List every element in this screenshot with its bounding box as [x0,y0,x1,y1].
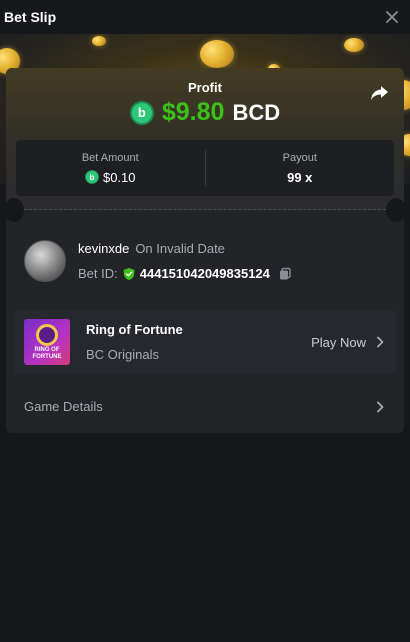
game-thumb-title: RING OF FORTUNE [32,347,62,360]
coin-decoration [92,36,106,46]
user-row: kevinxde On Invalid Date Bet ID: 4441510… [24,240,292,282]
bet-amount-label: Bet Amount [81,151,139,164]
coin-decoration [344,38,364,52]
user-line: kevinxde On Invalid Date [78,241,292,256]
close-icon[interactable] [384,9,400,25]
user-info: kevinxde On Invalid Date Bet ID: 4441510… [78,241,292,281]
bet-slip-card: Profit b $9.80 BCD Bet Amount b $0.10 Pa… [6,68,404,433]
game-details-label: Game Details [24,398,103,414]
game-name: Ring of Fortune [86,322,183,337]
bet-id-value: 444151042049835124 [139,266,270,281]
payout-value: 99 x [287,169,313,185]
bc-coin-icon: b [129,100,154,125]
bet-amount-value-row: b $0.10 [84,169,136,185]
play-now-button[interactable]: Play Now [311,335,386,350]
game-info: Ring of Fortune BC Originals [86,322,311,362]
coin-decoration [200,40,234,68]
bet-id-line: Bet ID: 444151042049835124 [78,266,292,281]
profit-currency: BCD [232,99,281,125]
avatar[interactable] [24,240,66,282]
bet-slip-title: Bet Slip [4,9,57,25]
copy-icon[interactable] [278,267,292,281]
share-icon[interactable] [368,82,390,104]
payout-stat: Payout 99 x [206,140,395,196]
ticket-notch-right [386,198,404,222]
chevron-right-icon [374,400,386,413]
game-row[interactable]: RING OF FORTUNE Ring of Fortune BC Origi… [14,310,396,374]
profit-label: Profit [188,80,222,95]
game-thumbnail[interactable]: RING OF FORTUNE [24,319,70,365]
ring-graphic [36,324,58,346]
play-now-label: Play Now [311,334,366,350]
bc-coin-icon: b [84,170,99,184]
verified-shield-icon [122,267,136,281]
ticket-divider [24,209,386,210]
payout-label: Payout [282,151,317,164]
profit-amount: $9.80 [161,98,225,126]
bet-amount-stat: Bet Amount b $0.10 [16,140,205,196]
bet-amount-value: $0.10 [102,169,136,185]
username[interactable]: kevinxde [78,241,129,256]
ticket-notch-left [6,198,24,222]
bet-stats: Bet Amount b $0.10 Payout 99 x [16,140,394,196]
bet-id-label: Bet ID: [78,266,118,281]
profit-panel: Profit b $9.80 BCD Bet Amount b $0.10 Pa… [6,68,404,210]
game-provider: BC Originals [86,347,159,362]
game-details-row[interactable]: Game Details [6,386,404,426]
chevron-right-icon [374,336,386,348]
bet-date: On Invalid Date [135,241,225,256]
bet-slip-header: Bet Slip [0,0,410,34]
profit-row: b $9.80 BCD [6,98,404,127]
